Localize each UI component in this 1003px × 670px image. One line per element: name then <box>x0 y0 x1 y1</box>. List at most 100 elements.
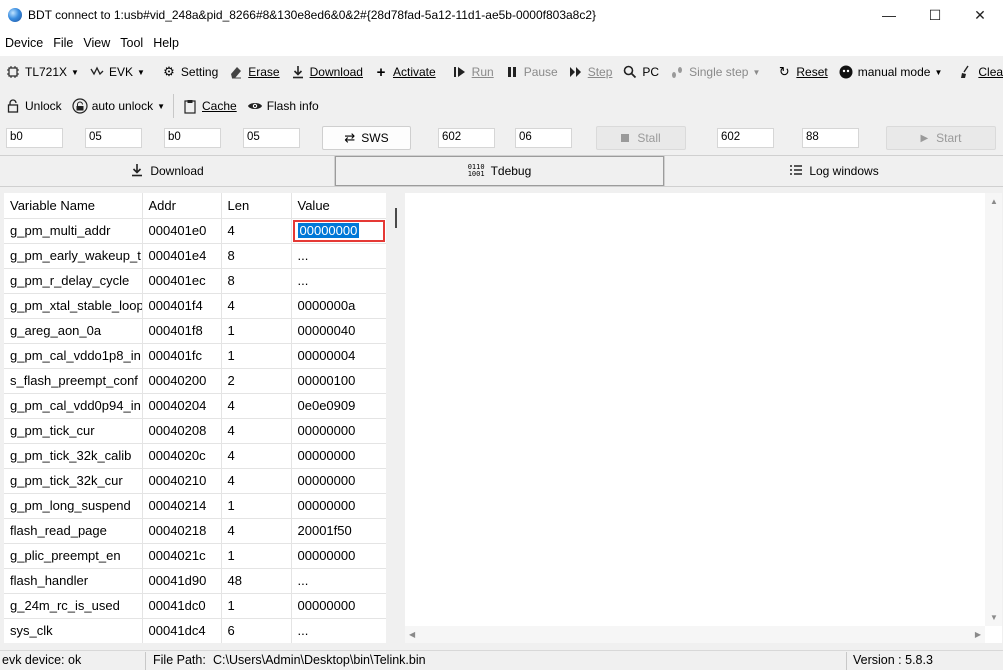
clear-button[interactable]: Clear <box>953 59 1003 85</box>
cell-addr[interactable]: 00040208 <box>142 418 222 444</box>
table-row[interactable]: g_pm_tick_cur 00040208 4 00000000 <box>4 418 386 444</box>
cell-variable-name[interactable]: g_pm_tick_32k_cur <box>4 468 143 494</box>
cell-value[interactable]: 00000000 <box>291 543 386 569</box>
stall-button[interactable]: Stall <box>596 126 686 150</box>
column-header-addr[interactable]: Addr <box>142 193 222 219</box>
table-row[interactable]: g_24m_rc_is_used 00041dc0 1 00000000 <box>4 593 386 619</box>
setting-button[interactable]: ⚙ Setting <box>156 59 223 85</box>
cell-len[interactable]: 4 <box>221 518 292 544</box>
cell-value[interactable]: 20001f50 <box>291 518 386 544</box>
download-button[interactable]: Download <box>285 59 368 85</box>
scroll-down-arrow-icon[interactable]: ▼ <box>990 613 998 622</box>
tab-download[interactable]: Download <box>0 156 335 186</box>
table-row[interactable]: g_pm_long_suspend 00040214 1 00000000 <box>4 493 386 519</box>
table-row[interactable]: g_pm_tick_32k_calib 0004020c 4 00000000 <box>4 443 386 469</box>
cell-len[interactable]: 4 <box>221 218 292 244</box>
cell-addr[interactable]: 000401f4 <box>142 293 222 319</box>
table-row[interactable]: flash_handler 00041d90 48 ... <box>4 568 386 594</box>
reset-button[interactable]: ↻ Reset <box>771 59 832 85</box>
cell-len[interactable]: 4 <box>221 393 292 419</box>
cell-value[interactable]: 00000000 <box>291 468 386 494</box>
cell-addr[interactable]: 000401fc <box>142 343 222 369</box>
cell-variable-name[interactable]: g_areg_aon_0a <box>4 318 143 344</box>
cell-addr[interactable]: 00041dc0 <box>142 593 222 619</box>
cell-len[interactable]: 1 <box>221 493 292 519</box>
table-row[interactable]: g_pm_tick_32k_cur 00040210 4 00000000 <box>4 468 386 494</box>
cell-variable-name[interactable]: g_pm_early_wakeup_t <box>4 243 143 269</box>
cell-addr[interactable]: 0004020c <box>142 443 222 469</box>
cell-addr[interactable]: 00041d90 <box>142 568 222 594</box>
cell-value[interactable]: 0000000a <box>291 293 386 319</box>
erase-button[interactable]: Erase <box>223 59 284 85</box>
table-row[interactable]: g_pm_r_delay_cycle 000401ec 8 ... <box>4 268 386 294</box>
param-field-5[interactable]: 602 <box>438 128 495 148</box>
table-row[interactable]: g_pm_cal_vdd0p94_in 00040204 4 0e0e0909 <box>4 393 386 419</box>
scroll-right-arrow-icon[interactable]: ▶ <box>975 630 981 639</box>
unlock-button[interactable]: Unlock <box>0 93 67 119</box>
cell-variable-name[interactable]: g_pm_r_delay_cycle <box>4 268 143 294</box>
cell-variable-name[interactable]: g_24m_rc_is_used <box>4 593 143 619</box>
menu-file[interactable]: File <box>48 36 78 50</box>
cell-value[interactable]: ... <box>291 618 386 643</box>
vertical-scrollbar[interactable]: ▲ ▼ <box>985 193 1002 626</box>
cell-value[interactable]: ... <box>291 568 386 594</box>
table-row[interactable]: sys_clk 00041dc4 6 ... <box>4 618 386 643</box>
cell-len[interactable]: 48 <box>221 568 292 594</box>
chip-select[interactable]: TL721X ▼ <box>0 59 84 85</box>
cell-value[interactable]: 00000000 <box>291 593 386 619</box>
cell-addr[interactable]: 00041dc4 <box>142 618 222 643</box>
cell-variable-name[interactable]: sys_clk <box>4 618 143 643</box>
cell-addr[interactable]: 00040204 <box>142 393 222 419</box>
scroll-up-arrow-icon[interactable]: ▲ <box>990 197 998 206</box>
cell-addr[interactable]: 000401e0 <box>142 218 222 244</box>
cell-len[interactable]: 1 <box>221 318 292 344</box>
start-button[interactable]: ▶ Start <box>886 126 996 150</box>
board-select[interactable]: EVK ▼ <box>84 59 150 85</box>
pc-button[interactable]: PC <box>617 59 664 85</box>
param-field-2[interactable]: 05 <box>85 128 142 148</box>
cell-variable-name[interactable]: g_pm_tick_cur <box>4 418 143 444</box>
cell-variable-name[interactable]: g_pm_xtal_stable_loop <box>4 293 143 319</box>
cell-len[interactable]: 1 <box>221 543 292 569</box>
cell-variable-name[interactable]: g_pm_cal_vdd0p94_in <box>4 393 143 419</box>
cell-addr[interactable]: 000401f8 <box>142 318 222 344</box>
column-header-value[interactable]: Value <box>291 193 386 219</box>
cell-len[interactable]: 4 <box>221 418 292 444</box>
cell-value[interactable]: 00000000 <box>291 493 386 519</box>
single-step-select[interactable]: Single step ▼ <box>664 59 765 85</box>
table-row[interactable]: g_pm_cal_vddo1p8_in 000401fc 1 00000004 <box>4 343 386 369</box>
param-field-7[interactable]: 602 <box>717 128 774 148</box>
cell-variable-name[interactable]: flash_read_page <box>4 518 143 544</box>
column-header-len[interactable]: Len <box>221 193 292 219</box>
cell-len[interactable]: 1 <box>221 343 292 369</box>
cell-value[interactable]: 00000040 <box>291 318 386 344</box>
cell-value[interactable]: ... <box>291 268 386 294</box>
output-pane[interactable]: ▲ ▼ ◀ ▶ <box>405 193 1002 643</box>
cache-button[interactable]: Cache <box>177 93 242 119</box>
cell-addr[interactable]: 00040210 <box>142 468 222 494</box>
table-row[interactable]: flash_read_page 00040218 4 20001f50 <box>4 518 386 544</box>
cell-value[interactable]: 0e0e0909 <box>291 393 386 419</box>
minimize-button[interactable]: — <box>866 0 912 30</box>
cell-addr[interactable]: 00040218 <box>142 518 222 544</box>
cell-value-editing[interactable]: 00000000 <box>291 218 386 244</box>
cell-addr[interactable]: 00040200 <box>142 368 222 394</box>
cell-addr[interactable]: 000401ec <box>142 268 222 294</box>
table-row[interactable]: g_plic_preempt_en 0004021c 1 00000000 <box>4 543 386 569</box>
cell-len[interactable]: 2 <box>221 368 292 394</box>
cell-addr[interactable]: 000401e4 <box>142 243 222 269</box>
mode-select[interactable]: manual mode ▼ <box>833 59 948 85</box>
menu-device[interactable]: Device <box>0 36 48 50</box>
cell-value[interactable]: 00000004 <box>291 343 386 369</box>
cell-value[interactable]: ... <box>291 243 386 269</box>
auto-unlock-select[interactable]: auto unlock ▼ <box>67 93 170 119</box>
table-row[interactable]: g_areg_aon_0a 000401f8 1 00000040 <box>4 318 386 344</box>
tab-tdebug[interactable]: 0110 1001 Tdebug <box>335 156 665 186</box>
sws-button[interactable]: ⇄ SWS <box>322 126 411 150</box>
cell-variable-name[interactable]: g_pm_long_suspend <box>4 493 143 519</box>
cell-variable-name[interactable]: flash_handler <box>4 568 143 594</box>
cell-len[interactable]: 4 <box>221 443 292 469</box>
cell-variable-name[interactable]: g_pm_cal_vddo1p8_in <box>4 343 143 369</box>
param-field-8[interactable]: 88 <box>802 128 859 148</box>
flash-info-button[interactable]: Flash info <box>242 93 324 119</box>
